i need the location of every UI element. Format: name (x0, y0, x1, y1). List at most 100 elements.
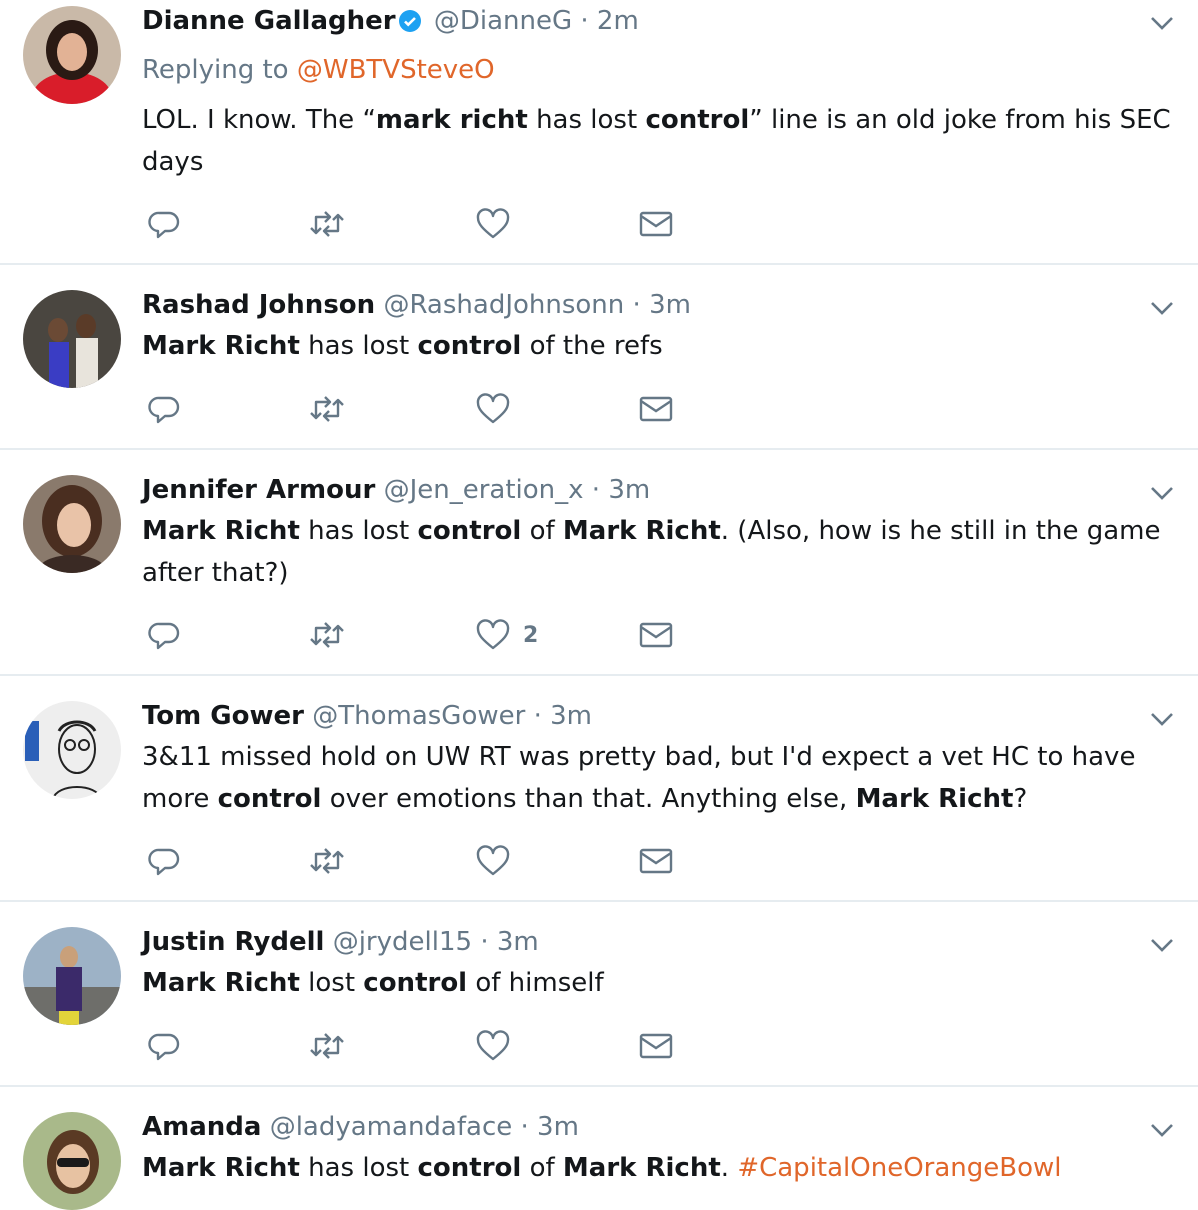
retweet-icon (310, 396, 344, 422)
mail-icon (639, 1033, 673, 1059)
separator-dot: · (533, 701, 542, 731)
tweet-actions (142, 844, 702, 884)
text-segment: ? (1013, 784, 1028, 814)
retweet-button[interactable] (308, 1029, 346, 1063)
display-name[interactable]: Amanda (142, 1112, 261, 1142)
tweet-actions (142, 392, 702, 432)
timestamp[interactable]: 3m (649, 290, 691, 320)
avatar[interactable] (23, 475, 121, 573)
chevron-down-icon[interactable] (1148, 298, 1176, 318)
separator-dot: · (520, 1112, 529, 1142)
heart-icon (476, 1030, 510, 1061)
reply-icon (148, 848, 180, 876)
tweet-header: Jennifer Armour @Jen_eration_x · 3m (142, 469, 650, 511)
display-name[interactable]: Tom Gower (142, 701, 304, 731)
replying-to: Replying to @WBTVSteveO (142, 49, 495, 91)
tweet-actions (142, 207, 702, 247)
text-segment: has lost (527, 105, 646, 135)
tweet-header: Amanda @ladyamandaface · 3m (142, 1106, 579, 1148)
retweet-icon (310, 622, 344, 648)
user-handle[interactable]: @jrydell15 (333, 927, 472, 957)
separator-dot: · (591, 475, 601, 505)
tweet-header: Justin Rydell @jrydell15 · 3m (142, 921, 539, 963)
display-name[interactable]: Justin Rydell (142, 927, 324, 957)
reply-button[interactable] (147, 618, 181, 652)
tweet-text: LOL. I know. The “mark richt has lost co… (142, 99, 1187, 183)
separator-dot: · (580, 6, 589, 36)
display-name[interactable]: Dianne Gallagher (142, 6, 396, 36)
retweet-button[interactable] (308, 844, 346, 878)
like-count: 2 (523, 622, 539, 648)
avatar[interactable] (23, 1112, 121, 1210)
tweet[interactable]: Justin Rydell @jrydell15 · 3m Mark Richt… (0, 902, 1198, 1087)
text-segment: has lost (299, 331, 418, 361)
user-handle[interactable]: @DianneG (434, 6, 572, 36)
reply-button[interactable] (147, 392, 181, 426)
direct-message-button[interactable] (639, 618, 673, 652)
tweet[interactable]: Dianne Gallagher @DianneG · 2m Replying … (0, 0, 1198, 265)
timestamp[interactable]: 3m (537, 1112, 579, 1142)
tweet[interactable]: Rashad Johnson @RashadJohnsonn · 3m Mark… (0, 265, 1198, 450)
text-segment: of the refs (521, 331, 663, 361)
hashtag-link[interactable]: #CapitalOneOrangeBowl (737, 1153, 1061, 1183)
mail-icon (639, 211, 673, 237)
direct-message-button[interactable] (639, 844, 673, 878)
highlighted-term: Mark Richt (562, 516, 721, 546)
reply-button[interactable] (147, 207, 181, 241)
text-segment: LOL. I know. The “ (142, 105, 376, 135)
direct-message-button[interactable] (639, 207, 673, 241)
highlighted-term: control (645, 105, 750, 135)
highlighted-term: Mark Richt (142, 1153, 300, 1183)
verified-badge-icon (398, 4, 422, 46)
highlighted-term: Mark Richt (562, 1153, 721, 1183)
text-segment: of (521, 516, 563, 546)
text-segment: has lost (299, 516, 418, 546)
highlighted-term: Mark Richt (142, 968, 300, 998)
timestamp[interactable]: 3m (550, 701, 592, 731)
like-button[interactable] (475, 207, 523, 241)
highlighted-term: Mark Richt (855, 784, 1014, 814)
direct-message-button[interactable] (639, 392, 673, 426)
avatar[interactable] (23, 701, 121, 799)
display-name[interactable]: Rashad Johnson (142, 290, 375, 320)
user-handle[interactable]: @ladyamandaface (270, 1112, 513, 1142)
like-button[interactable] (475, 1029, 523, 1063)
chevron-down-icon[interactable] (1148, 935, 1176, 955)
chevron-down-icon[interactable] (1148, 709, 1176, 729)
like-button[interactable] (475, 392, 523, 426)
reply-button[interactable] (147, 1029, 181, 1063)
chevron-down-icon[interactable] (1148, 13, 1176, 33)
text-segment: over emotions than that. Anything else, (321, 784, 856, 814)
mention-link[interactable]: @WBTVSteveO (297, 55, 495, 85)
text-segment: of (521, 1153, 563, 1183)
tweet[interactable]: Tom Gower @ThomasGower · 3m 3&11 missed … (0, 676, 1198, 902)
tweet-text: Mark Richt has lost control of the refs (142, 325, 1187, 367)
timestamp[interactable]: 3m (608, 475, 650, 505)
timestamp[interactable]: 2m (597, 6, 639, 36)
tweet[interactable]: Jennifer Armour @Jen_eration_x · 3m Mark… (0, 450, 1198, 676)
avatar[interactable] (23, 290, 121, 388)
chevron-down-icon[interactable] (1148, 483, 1176, 503)
highlighted-term: control (417, 1153, 522, 1183)
like-button[interactable]: 2 (475, 618, 538, 652)
tweet-text: Mark Richt has lost control of Mark Rich… (142, 510, 1187, 594)
timestamp[interactable]: 3m (497, 927, 539, 957)
tweet[interactable]: Amanda @ladyamandaface · 3m Mark Richt h… (0, 1087, 1198, 1210)
chevron-down-icon[interactable] (1148, 1120, 1176, 1140)
display-name[interactable]: Jennifer Armour (142, 475, 375, 505)
user-handle[interactable]: @Jen_eration_x (384, 475, 584, 505)
mail-icon (639, 396, 673, 422)
like-button[interactable] (475, 844, 523, 878)
reply-button[interactable] (147, 844, 181, 878)
heart-icon (476, 393, 510, 424)
retweet-icon (310, 848, 344, 874)
retweet-button[interactable] (308, 392, 346, 426)
user-handle[interactable]: @RashadJohnsonn (383, 290, 624, 320)
retweet-button[interactable] (308, 207, 346, 241)
highlighted-term: control (363, 968, 468, 998)
retweet-button[interactable] (308, 618, 346, 652)
direct-message-button[interactable] (639, 1029, 673, 1063)
avatar[interactable] (23, 6, 121, 104)
user-handle[interactable]: @ThomasGower (312, 701, 525, 731)
avatar[interactable] (23, 927, 121, 1025)
